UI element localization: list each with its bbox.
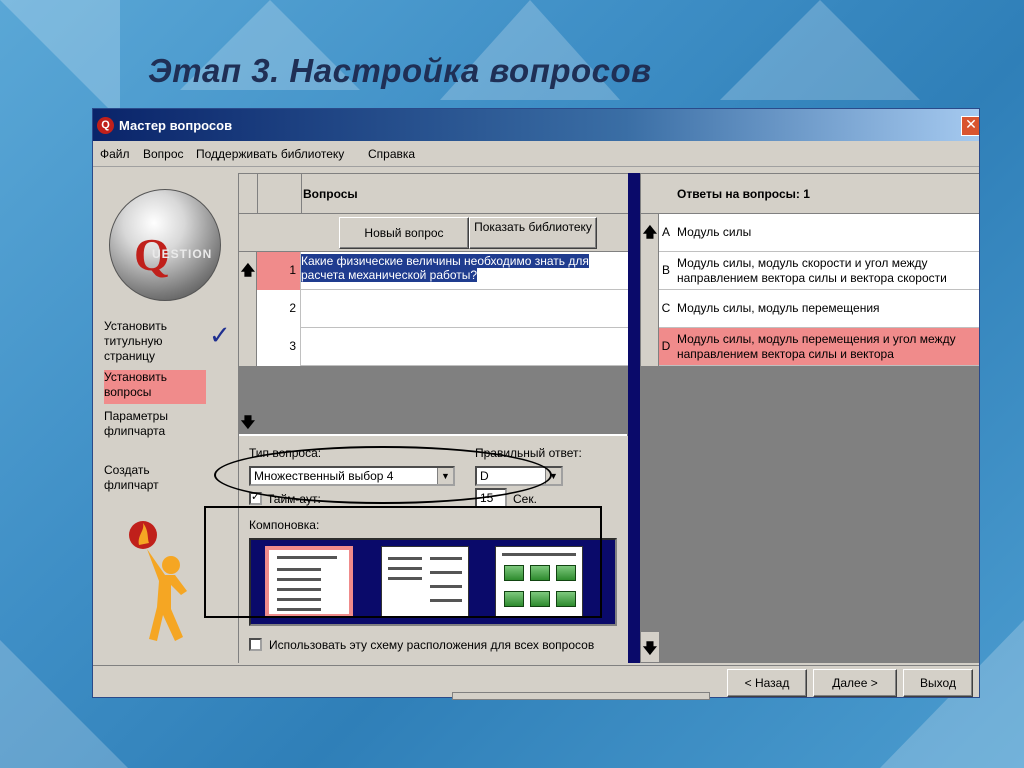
step-flipchart-params[interactable]: Параметры флипчарта <box>104 409 206 439</box>
back-button[interactable]: < Назад <box>727 669 807 697</box>
move-down-icon[interactable]: 🡇 <box>239 412 257 436</box>
answer-text: Модуль силы <box>677 225 752 239</box>
answer-arrow-cell <box>641 328 659 366</box>
menu-bar: Файл Вопрос Поддерживать библиотеку Спра… <box>93 141 979 167</box>
highlight-ellipse <box>214 446 552 504</box>
timeout-unit: Сек. <box>513 492 537 506</box>
question-text[interactable]: Какие физические величины необходимо зна… <box>301 254 625 282</box>
background-triangle <box>720 0 920 100</box>
answer-scroll-cell: 🡇 <box>641 632 659 662</box>
answers-header-label: Ответы на вопросы: 1 <box>677 187 810 201</box>
use-scheme-checkbox[interactable] <box>249 638 262 651</box>
question-arrow-cell: 🡅 <box>239 252 257 290</box>
app-icon: Q <box>97 117 114 134</box>
question-arrow-cell <box>239 290 257 328</box>
move-down-icon[interactable]: 🡇 <box>641 638 659 662</box>
answer-arrow-cell <box>641 290 659 328</box>
questions-header-label: Вопросы <box>303 187 358 201</box>
new-question-button[interactable]: Новый вопрос <box>339 217 469 249</box>
question-logo: Q UESTION <box>109 189 221 301</box>
answer-letter: C <box>661 301 671 315</box>
menu-question[interactable]: Вопрос <box>143 147 184 161</box>
answer-letter: A <box>661 225 670 239</box>
answer-letter: D <box>661 339 671 353</box>
background-triangle <box>0 0 120 120</box>
answer-row[interactable]: B Модуль силы, модуль скорости и угол ме… <box>641 252 979 290</box>
step-create-flipchart[interactable]: Создать флипчарт <box>104 463 206 493</box>
questions-empty-area <box>239 366 629 434</box>
window-title: Мастер вопросов <box>119 118 233 133</box>
next-button[interactable]: Далее > <box>813 669 897 697</box>
answer-text: Модуль силы, модуль перемещения <box>677 301 880 315</box>
question-number: 1 <box>257 252 301 290</box>
answer-letter: B <box>661 263 670 277</box>
pane-splitter[interactable] <box>628 173 640 663</box>
answer-row[interactable]: D Модуль силы, модуль перемещения и угол… <box>641 328 979 366</box>
logo-text: UESTION <box>152 247 213 261</box>
question-number: 2 <box>257 290 301 328</box>
show-library-button[interactable]: Показать библиотеку <box>469 217 597 249</box>
questions-toolbar: Новый вопрос Показать библиотеку <box>239 214 629 252</box>
move-up-icon[interactable]: 🡅 <box>239 260 257 284</box>
question-arrow-cell <box>239 328 257 366</box>
answer-row[interactable]: C Модуль силы, модуль перемещения <box>641 290 979 328</box>
close-button[interactable]: ✕ <box>961 116 979 136</box>
exit-button[interactable]: Выход <box>903 669 973 697</box>
answer-text: Модуль силы, модуль скорости и угол межд… <box>677 256 947 285</box>
checkmark-icon: ✓ <box>209 321 231 351</box>
question-text-value: Какие физические величины необходимо зна… <box>301 254 589 282</box>
answer-text: Модуль силы, модуль перемещения и угол м… <box>677 332 956 361</box>
answers-pane: Ответы на вопросы: 1 🡅 A Модуль силы B М… <box>640 173 979 663</box>
menu-help[interactable]: Справка <box>368 147 415 161</box>
menu-library[interactable]: Поддерживать библиотеку <box>196 147 344 161</box>
step-title-page[interactable]: Установить титульную страницу <box>104 319 206 364</box>
highlight-rectangle <box>204 506 602 618</box>
questions-header: Вопросы <box>239 174 629 214</box>
question-row[interactable]: 3 <box>239 328 629 366</box>
window-titlebar: Q Мастер вопросов ✕ <box>93 109 979 141</box>
question-row[interactable]: 2 <box>239 290 629 328</box>
use-scheme-label: Использовать эту схему расположения для … <box>269 638 595 652</box>
move-up-icon[interactable]: 🡅 <box>641 222 659 246</box>
menu-file[interactable]: Файл <box>100 147 130 161</box>
answers-header: Ответы на вопросы: 1 <box>641 174 979 214</box>
question-row[interactable]: 🡅 1 Какие физические величины необходимо… <box>239 252 629 290</box>
answer-arrow-cell: 🡅 <box>641 214 659 252</box>
mascot-figure-icon <box>129 521 187 641</box>
answer-row[interactable]: 🡅 A Модуль силы <box>641 214 979 252</box>
question-number: 3 <box>257 328 301 366</box>
step-questions[interactable]: Установить вопросы <box>104 370 206 404</box>
underlying-window-strip <box>452 692 710 700</box>
answer-arrow-cell <box>641 252 659 290</box>
slide-title: Этап 3. Настройка вопросов <box>148 52 652 89</box>
